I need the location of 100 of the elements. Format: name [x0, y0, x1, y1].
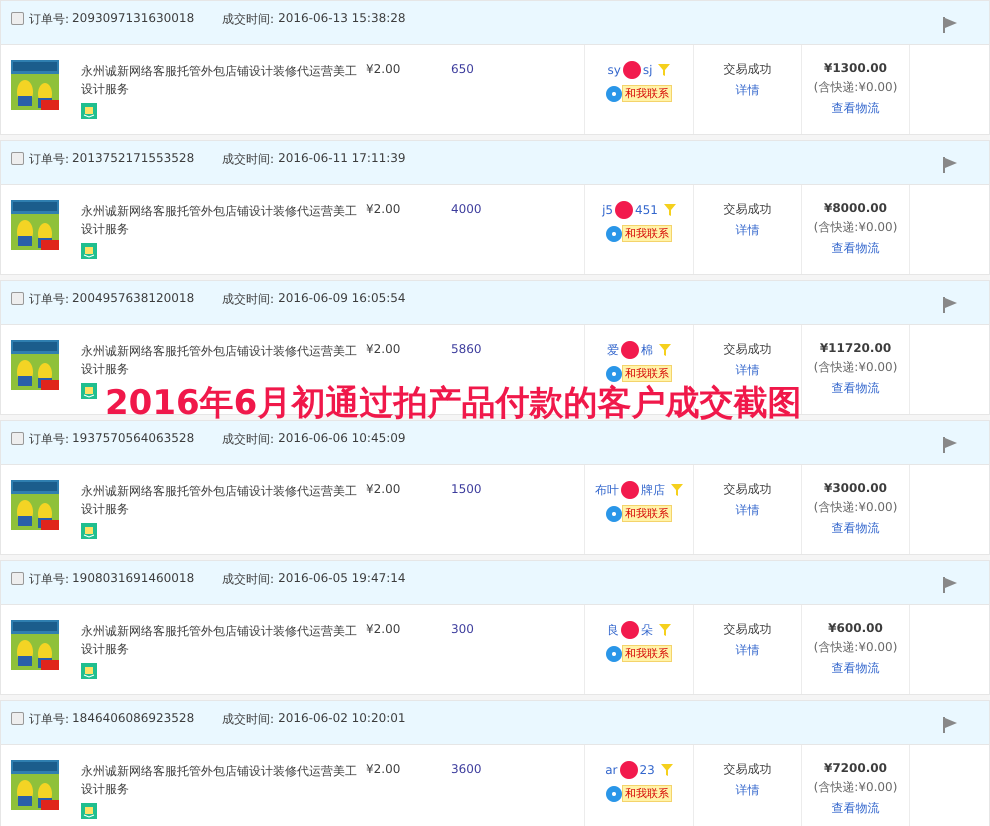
- flag-icon[interactable]: [943, 717, 957, 733]
- buyer-name[interactable]: ar: [605, 763, 618, 777]
- redaction-blur: [621, 341, 639, 359]
- shipping-fee: (含快递:¥0.00): [814, 219, 898, 236]
- details-link[interactable]: 详情: [736, 82, 760, 99]
- buyer-name[interactable]: 朵: [641, 622, 653, 638]
- unit-price: ¥2.00: [366, 62, 400, 76]
- shopping-bag-icon: [81, 243, 97, 259]
- order-total: ¥7200.00: [824, 761, 887, 775]
- trade-status: 交易成功: [724, 61, 772, 78]
- order-number-label: 订单号:: [29, 431, 70, 448]
- logistics-link[interactable]: 查看物流: [832, 240, 880, 257]
- shopping-bag-icon: [81, 663, 97, 679]
- redaction-blur: [615, 201, 634, 219]
- unit-price: ¥2.00: [366, 622, 400, 636]
- logistics-link[interactable]: 查看物流: [832, 100, 880, 117]
- shipping-fee: (含快递:¥0.00): [814, 359, 898, 376]
- deal-time-label: 成交时间:: [222, 151, 274, 168]
- logistics-link[interactable]: 查看物流: [832, 520, 880, 537]
- order-number: 1937570564063528: [72, 431, 196, 445]
- order-number: 2013752171553528: [72, 151, 196, 165]
- details-link[interactable]: 详情: [736, 782, 760, 799]
- quantity: 300: [451, 622, 474, 636]
- product-title[interactable]: 永州诚新网络客服托管外包店铺设计装修代运营美工设计服务: [81, 62, 366, 98]
- deal-time: 2016-06-11 17:11:39: [278, 151, 406, 165]
- buyer-name[interactable]: 棉: [641, 342, 653, 358]
- unit-price: ¥2.00: [366, 482, 400, 496]
- shopping-bag-icon: [81, 383, 97, 399]
- chat-bubble-icon[interactable]: [606, 366, 622, 382]
- details-link[interactable]: 详情: [736, 362, 760, 379]
- buyer-name[interactable]: 23: [640, 763, 655, 777]
- order-total: ¥600.00: [828, 621, 883, 635]
- details-link[interactable]: 详情: [736, 642, 760, 659]
- order-number-label: 订单号:: [29, 11, 70, 28]
- unit-price: ¥2.00: [366, 202, 400, 216]
- quantity: 5860: [451, 342, 482, 356]
- flag-icon[interactable]: [943, 157, 957, 173]
- order-number: 2093097131630018: [72, 11, 196, 25]
- flag-icon[interactable]: [943, 437, 957, 453]
- contact-me-button[interactable]: 和我联系: [622, 225, 672, 242]
- chat-bubble-icon[interactable]: [606, 226, 622, 242]
- buyer-name[interactable]: 良: [607, 622, 619, 638]
- chat-bubble-icon[interactable]: [606, 86, 622, 102]
- buyer-name[interactable]: 布叶: [595, 482, 619, 498]
- checkbox[interactable]: [11, 432, 24, 445]
- order-number-label: 订单号:: [29, 571, 70, 588]
- trade-status: 交易成功: [724, 621, 772, 638]
- trade-status: 交易成功: [724, 761, 772, 778]
- deal-time-label: 成交时间:: [222, 711, 274, 728]
- chat-bubble-icon[interactable]: [606, 646, 622, 662]
- product-title[interactable]: 永州诚新网络客服托管外包店铺设计装修代运营美工设计服务: [81, 342, 366, 378]
- order-number-label: 订单号:: [29, 711, 70, 728]
- contact-me-button[interactable]: 和我联系: [622, 85, 672, 102]
- buyer-name[interactable]: 牌店: [641, 482, 665, 498]
- shipping-fee: (含快递:¥0.00): [814, 779, 898, 796]
- flag-icon[interactable]: [943, 577, 957, 593]
- caption-overlay: 2016年6月初通过拍产品付款的客户成交截图: [105, 382, 802, 425]
- contact-me-button[interactable]: 和我联系: [622, 365, 672, 382]
- checkbox[interactable]: [11, 572, 24, 585]
- deal-time: 2016-06-06 10:45:09: [278, 431, 406, 445]
- deal-time-label: 成交时间:: [222, 431, 274, 448]
- logistics-link[interactable]: 查看物流: [832, 800, 880, 817]
- buyer-name[interactable]: 451: [635, 203, 658, 217]
- details-link[interactable]: 详情: [736, 222, 760, 239]
- checkbox[interactable]: [11, 12, 24, 25]
- deal-time: 2016-06-13 15:38:28: [278, 11, 406, 25]
- checkbox[interactable]: [11, 292, 24, 305]
- buyer-name[interactable]: sy: [608, 63, 621, 77]
- checkbox[interactable]: [11, 712, 24, 725]
- order-number: 1846406086923528: [72, 711, 196, 725]
- deal-time-label: 成交时间:: [222, 571, 274, 588]
- buyer-name[interactable]: sj: [642, 63, 652, 77]
- shopping-bag-icon: [81, 803, 97, 819]
- checkbox[interactable]: [11, 152, 24, 165]
- contact-me-button[interactable]: 和我联系: [622, 785, 672, 802]
- product-title[interactable]: 永州诚新网络客服托管外包店铺设计装修代运营美工设计服务: [81, 622, 366, 658]
- contact-me-button[interactable]: 和我联系: [622, 505, 672, 522]
- quantity: 1500: [451, 482, 482, 496]
- order-number-label: 订单号:: [29, 291, 70, 308]
- chat-bubble-icon[interactable]: [606, 786, 622, 802]
- shopping-bag-icon: [81, 523, 97, 539]
- chat-bubble-icon[interactable]: [606, 506, 622, 522]
- logistics-link[interactable]: 查看物流: [832, 660, 880, 677]
- order-total: ¥1300.00: [824, 61, 887, 75]
- logistics-link[interactable]: 查看物流: [832, 380, 880, 397]
- trade-status: 交易成功: [724, 201, 772, 218]
- redaction-blur: [622, 61, 641, 79]
- deal-time: 2016-06-02 10:20:01: [278, 711, 406, 725]
- product-title[interactable]: 永州诚新网络客服托管外包店铺设计装修代运营美工设计服务: [81, 762, 366, 798]
- product-title[interactable]: 永州诚新网络客服托管外包店铺设计装修代运营美工设计服务: [81, 202, 366, 238]
- buyer-name[interactable]: j5: [602, 203, 614, 217]
- order-total: ¥11720.00: [820, 341, 892, 355]
- details-link[interactable]: 详情: [736, 502, 760, 519]
- buyer-name[interactable]: 爱: [607, 342, 619, 358]
- contact-me-button[interactable]: 和我联系: [622, 645, 672, 662]
- product-title[interactable]: 永州诚新网络客服托管外包店铺设计装修代运营美工设计服务: [81, 482, 366, 518]
- redaction-blur: [620, 761, 638, 779]
- flag-icon[interactable]: [943, 17, 957, 33]
- flag-icon[interactable]: [943, 297, 957, 313]
- order-number-label: 订单号:: [29, 151, 70, 168]
